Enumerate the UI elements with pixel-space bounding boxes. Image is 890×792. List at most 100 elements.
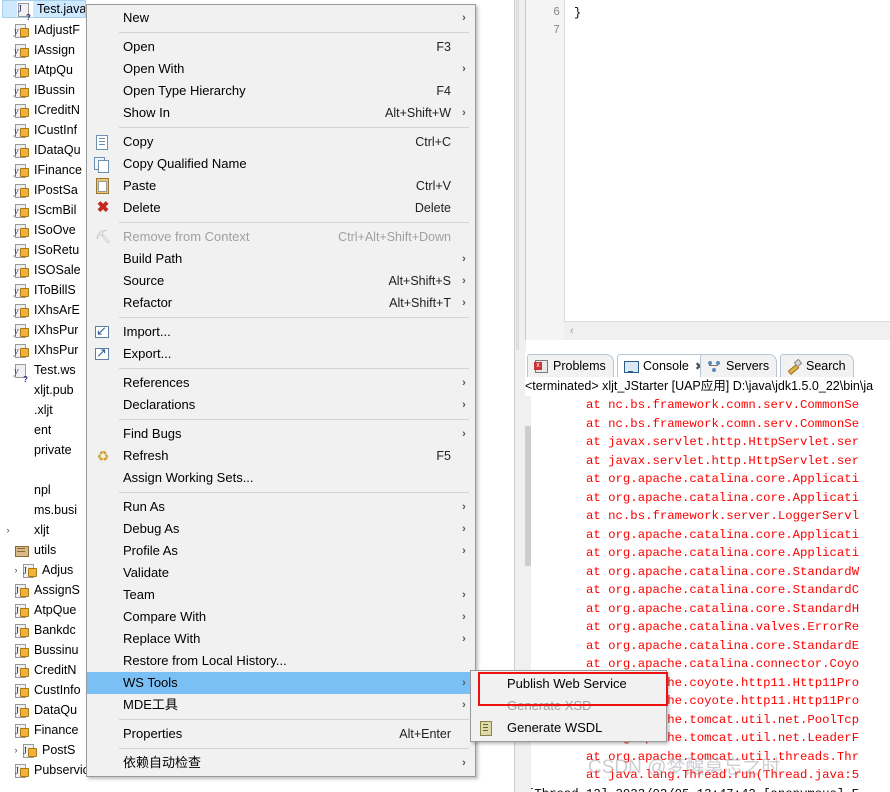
menu-item[interactable]: Declarations › bbox=[87, 394, 475, 416]
menu-item[interactable]: Find Bugs › bbox=[87, 423, 475, 445]
view-tab-problems[interactable]: Problems bbox=[527, 354, 614, 377]
menu-item-label: Open bbox=[123, 39, 155, 54]
menu-item-label: Open With bbox=[123, 61, 185, 76]
menu-item[interactable]: Copy Qualified Name bbox=[87, 153, 475, 175]
wsdl-icon bbox=[475, 718, 499, 738]
menu-item[interactable]: Run As › bbox=[87, 496, 475, 518]
view-tab-console[interactable]: Console✖ bbox=[617, 354, 713, 377]
menu-item[interactable]: Refactor Alt+Shift+T › bbox=[87, 292, 475, 314]
remove-context-icon: ⛏ bbox=[94, 229, 112, 244]
code-line[interactable]: 7 bbox=[526, 22, 890, 40]
menu-separator bbox=[119, 419, 469, 420]
java-class-unknown-icon: ? bbox=[17, 1, 33, 22]
menu-item[interactable]: ✖ Delete Delete bbox=[87, 197, 475, 219]
menu-item[interactable]: Paste Ctrl+V bbox=[87, 175, 475, 197]
java-class-icon bbox=[22, 742, 38, 762]
tree-expand-arrow-icon[interactable]: › bbox=[10, 560, 22, 580]
menu-item[interactable]: Replace With › bbox=[87, 628, 475, 650]
console-line: at nc.bs.framework.comn.serv.CommonSe bbox=[527, 398, 860, 412]
menu-item[interactable]: ♻ Refresh F5 bbox=[87, 445, 475, 467]
view-tab-bar[interactable]: Problems Console✖ Servers Search bbox=[525, 352, 890, 378]
menu-item-label: References bbox=[123, 375, 190, 390]
menu-item-label: Export... bbox=[123, 346, 172, 361]
tree-expand-arrow-icon[interactable]: › bbox=[2, 520, 14, 540]
menu-item[interactable]: Restore from Local History... bbox=[87, 650, 475, 672]
submenu-arrow-icon: › bbox=[462, 107, 466, 119]
view-tab-servers[interactable]: Servers bbox=[700, 354, 778, 377]
menu-item-icon-placeholder bbox=[91, 8, 115, 28]
tree-item-label: IPostSa bbox=[34, 183, 78, 197]
lock-overlay-icon bbox=[20, 208, 29, 217]
menu-item[interactable]: Export... bbox=[87, 342, 475, 365]
menu-item[interactable]: References › bbox=[87, 372, 475, 394]
tree-expand-arrow-icon[interactable]: › bbox=[10, 740, 22, 760]
menu-item[interactable]: Source Alt+Shift+S › bbox=[87, 270, 475, 292]
submenu-arrow-icon: › bbox=[462, 523, 466, 535]
menu-item[interactable]: Open F3 bbox=[87, 36, 475, 58]
menu-item-label: Copy Qualified Name bbox=[123, 156, 247, 171]
none bbox=[14, 502, 30, 518]
menu-item[interactable]: Compare With › bbox=[87, 606, 475, 628]
tree-item[interactable]: ? Test.java bbox=[2, 0, 86, 22]
tree-item-label: AtpQue bbox=[34, 603, 77, 617]
tree-item-label: ICustInf bbox=[34, 123, 78, 137]
menu-item[interactable]: Validate bbox=[87, 562, 475, 584]
lock-overlay-icon bbox=[20, 168, 29, 177]
menu-item[interactable]: Profile As › bbox=[87, 540, 475, 562]
scroll-left-icon[interactable]: ‹ bbox=[570, 325, 574, 337]
lock-overlay-icon bbox=[20, 188, 29, 197]
menu-item[interactable]: Import... bbox=[87, 320, 475, 343]
editor-line-number-gutter bbox=[526, 0, 565, 340]
menu-item-icon-placeholder bbox=[91, 724, 115, 744]
java-interface-icon bbox=[14, 122, 30, 142]
console-line: [Thread-12] 2023/02/05 13:47:42 [anonymo… bbox=[525, 785, 890, 792]
view-tab-search[interactable]: Search bbox=[780, 354, 854, 377]
java-interface-icon bbox=[14, 242, 30, 262]
menu-item[interactable]: WS Tools › bbox=[87, 672, 475, 694]
lock-overlay-icon bbox=[20, 708, 29, 717]
menu-item[interactable]: MDE工具 › bbox=[87, 694, 475, 716]
menu-item[interactable]: Copy Ctrl+C bbox=[87, 131, 475, 153]
lock-overlay-icon bbox=[20, 668, 29, 677]
editor-horizontal-scrollbar[interactable]: ‹ bbox=[564, 321, 890, 340]
tree-item-label: DataQu bbox=[34, 703, 78, 717]
menu-item-icon-placeholder bbox=[91, 629, 115, 649]
menu-item[interactable]: Generate WSDL bbox=[471, 717, 666, 739]
menu-item[interactable]: Open With › bbox=[87, 58, 475, 80]
code-line[interactable]: 6} bbox=[526, 4, 890, 22]
context-menu[interactable]: New › Open F3 Open With › Open Type Hierarchy F… bbox=[86, 4, 476, 777]
ws-tools-submenu[interactable]: Publish Web Service Generate XSD Generate … bbox=[470, 670, 667, 742]
splitter-grip[interactable] bbox=[516, 0, 519, 350]
submenu-arrow-icon: › bbox=[462, 633, 466, 645]
code-editor[interactable]: 6} 7 ‹ bbox=[525, 0, 890, 340]
delete-icon: ✖ bbox=[96, 199, 110, 216]
menu-item-label: Restore from Local History... bbox=[123, 653, 287, 668]
menu-item-label: Properties bbox=[123, 726, 183, 741]
tree-item-label: IAssign bbox=[34, 43, 75, 57]
tree-item-label: utils bbox=[34, 543, 57, 557]
menu-item[interactable]: 依赖自动检查 › bbox=[87, 752, 475, 774]
submenu-arrow-icon: › bbox=[462, 63, 466, 75]
menu-item[interactable]: New › bbox=[87, 7, 475, 29]
menu-item-label: Run As bbox=[123, 499, 165, 514]
menu-item[interactable]: Open Type Hierarchy F4 bbox=[87, 80, 475, 102]
none bbox=[14, 522, 30, 538]
menu-item-icon-placeholder bbox=[91, 563, 115, 583]
java-class-icon bbox=[14, 582, 30, 602]
menu-item[interactable]: Build Path › bbox=[87, 248, 475, 270]
java-interface-icon bbox=[14, 342, 30, 362]
menu-item[interactable]: Assign Working Sets... bbox=[87, 467, 475, 489]
menu-item[interactable]: Show In Alt+Shift+W › bbox=[87, 102, 475, 124]
lock-overlay-icon bbox=[20, 148, 29, 157]
menu-item[interactable]: Debug As › bbox=[87, 518, 475, 540]
menu-item-label: Declarations bbox=[123, 397, 196, 412]
menu-item[interactable]: Team › bbox=[87, 584, 475, 606]
menu-item-label: Paste bbox=[123, 178, 157, 193]
console-line: at javax.servlet.http.HttpServlet.ser bbox=[527, 435, 860, 449]
menu-item-label: Replace With bbox=[123, 631, 201, 646]
menu-separator bbox=[119, 127, 469, 128]
menu-item[interactable]: Properties Alt+Enter bbox=[87, 723, 475, 745]
console-scroll-thumb[interactable] bbox=[525, 426, 531, 566]
console-line: at org.apache.catalina.core.Applicati bbox=[527, 546, 860, 560]
menu-item[interactable]: Publish Web Service bbox=[471, 673, 666, 695]
